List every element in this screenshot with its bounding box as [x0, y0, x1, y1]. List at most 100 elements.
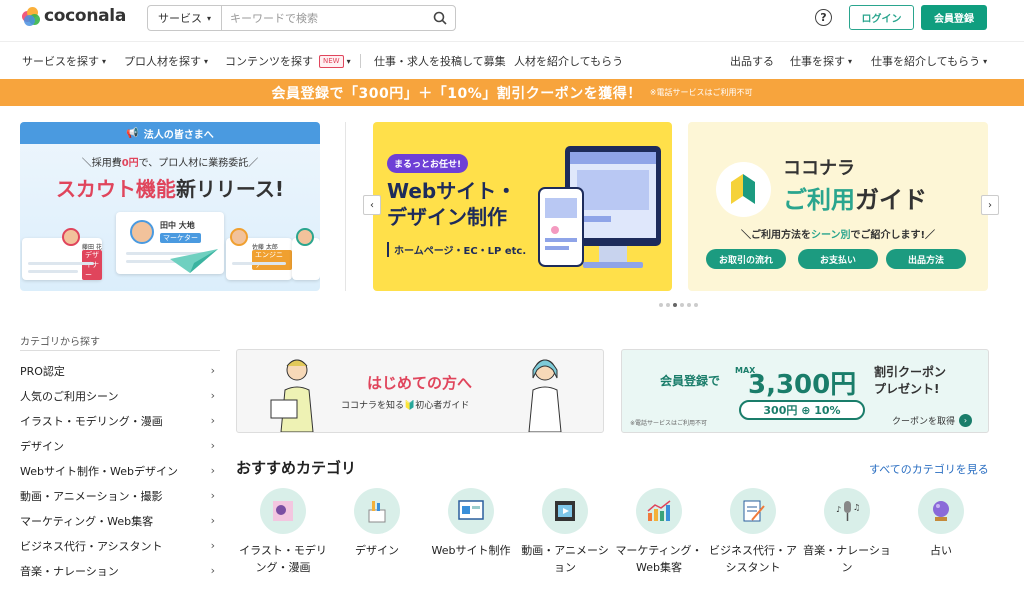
help-icon[interactable]: ?: [815, 9, 832, 26]
nav-sell[interactable]: 出品する: [730, 53, 774, 69]
coupon-main-text: 会員登録で: [660, 374, 721, 388]
nav-label: 仕事を探す: [790, 55, 845, 68]
banner-usage-guide[interactable]: ココナラ ご利用ガイド ＼ご利用方法をシーン別でご紹介します!／ お取引の流れ …: [688, 122, 988, 291]
beginner-guide-card[interactable]: はじめての方へ ココナラを知る🔰初心者ガイド: [236, 349, 604, 433]
banner-website-design[interactable]: まるっとお任せ! Webサイト・ デザイン制作 ホームページ・EC・LP etc…: [373, 122, 672, 291]
sidebar-item-popular[interactable]: 人気のご利用シーン ›: [20, 383, 215, 408]
category-label: 動画・アニメーション: [521, 544, 609, 574]
coupon-max-label: MAX: [735, 366, 756, 375]
carousel-dot[interactable]: [659, 303, 663, 307]
sidebar-item-pro[interactable]: PRO認定 ›: [20, 358, 215, 383]
arrow-right-circle-icon: ›: [959, 414, 973, 427]
nav-find-work[interactable]: 仕事を探す ▾: [790, 53, 852, 69]
coupon-note: ※電話サービスはご利用不可: [630, 420, 708, 427]
sidebar-heading: カテゴリから探す: [20, 337, 100, 348]
search-button[interactable]: [425, 6, 455, 30]
nav-work-referral[interactable]: 仕事を紹介してもらう ▾: [871, 53, 987, 69]
search-category-select[interactable]: サービス ▾: [148, 6, 222, 30]
carousel-prev-button[interactable]: ‹: [363, 195, 381, 215]
sidebar-item-design[interactable]: デザイン ›: [20, 433, 215, 458]
chevron-down-icon: ▾: [983, 56, 988, 66]
logo-mark-icon: [22, 7, 40, 26]
nav-find-pro[interactable]: プロ人材を探す ▾: [124, 53, 208, 69]
category-design[interactable]: デザイン: [332, 488, 422, 559]
guide-payment-button[interactable]: お支払い: [798, 249, 878, 269]
sidebar-item-video[interactable]: 動画・アニメーション・撮影 ›: [20, 483, 215, 508]
login-button[interactable]: ログイン: [849, 5, 914, 30]
carousel-dot[interactable]: [666, 303, 670, 307]
carousel-dot[interactable]: [680, 303, 684, 307]
category-label: 音楽・ナレーション: [803, 544, 891, 574]
sidebar-divider: [20, 350, 220, 351]
nav-divider: [360, 54, 361, 68]
search-bar: サービス ▾: [147, 5, 456, 31]
avatar: [130, 220, 154, 244]
computer-illustration-icon: [538, 146, 661, 268]
banner-title: スカウト機能新リリース!: [55, 177, 285, 201]
card-title: はじめての方へ: [367, 374, 473, 392]
nav-find-services[interactable]: サービスを探す ▾: [22, 53, 106, 69]
carousel-dot[interactable]: [687, 303, 691, 307]
chevron-right-icon: ›: [210, 514, 215, 527]
carousel-dot[interactable]: [694, 303, 698, 307]
avatar: [62, 228, 80, 246]
promo-main-text: 会員登録で「300円」＋「10%」割引クーポンを獲得！: [271, 85, 642, 102]
promo-banner[interactable]: 会員登録で「300円」＋「10%」割引クーポンを獲得！ ※電話サービスはご利用不…: [0, 79, 1024, 106]
sidebar-item-marketing[interactable]: マーケティング・Web集客 ›: [20, 508, 215, 533]
card-subtitle: ココナラを知る🔰初心者ガイド: [341, 401, 470, 411]
carousel-dot-active[interactable]: [673, 303, 677, 307]
sidebar-item-business[interactable]: ビジネス代行・アシスタント ›: [20, 533, 215, 558]
category-fortune[interactable]: 占い: [896, 488, 986, 559]
category-list: PRO認定 › 人気のご利用シーン › イラスト・モデリング・漫画 › デザイン › W…: [20, 358, 215, 583]
category-label: 占い: [930, 544, 952, 557]
carousel-next-button[interactable]: ›: [981, 195, 999, 215]
coupon-card[interactable]: 会員登録で MAX 3,300円 300円 ⊕ 10% 割引クーポン プレゼント…: [621, 349, 989, 433]
category-illustration[interactable]: イラスト・モデリング・漫画: [238, 488, 328, 576]
person-illustration-icon: [270, 359, 314, 432]
view-all-categories-link[interactable]: すべてのカテゴリを見る: [869, 461, 989, 477]
sidebar-item-illustration[interactable]: イラスト・モデリング・漫画 ›: [20, 408, 215, 433]
get-coupon-link[interactable]: クーポンを取得 ›: [892, 414, 973, 427]
carousel-divider: [345, 122, 346, 291]
avatar: [230, 228, 248, 246]
nav-referral[interactable]: 人材を紹介してもらう: [514, 53, 623, 69]
profile-card: [292, 228, 320, 280]
chevron-right-icon: ›: [210, 414, 215, 427]
nav-label: 仕事・求人を投稿して募集: [374, 55, 506, 68]
chevron-right-icon: ›: [210, 464, 215, 477]
new-badge: NEW: [319, 54, 344, 68]
banner-title: ココナラ: [783, 158, 855, 179]
business-icon: [730, 488, 776, 534]
marketing-icon: [636, 488, 682, 534]
category-label: Webサイト制作: [431, 544, 511, 557]
nav-label: プロ人材を探す: [124, 55, 201, 68]
category-website[interactable]: Webサイト制作: [426, 488, 516, 559]
chevron-right-icon: ›: [210, 489, 215, 502]
guide-selling-button[interactable]: 出品方法: [886, 249, 966, 269]
banner-subtitle: ホームページ・EC・LP etc.: [387, 242, 526, 257]
coconala-logo[interactable]: coconala: [22, 6, 126, 26]
beginner-mark-icon: [716, 162, 771, 217]
svg-text:♫: ♫: [853, 503, 860, 512]
category-video[interactable]: 動画・アニメーション: [520, 488, 610, 576]
nav-post-job[interactable]: 仕事・求人を投稿して募集: [374, 53, 506, 69]
sidebar-item-music[interactable]: 音楽・ナレーション ›: [20, 558, 215, 583]
site-header: coconala サービス ▾ ? ログイン 会員登録: [0, 0, 1024, 40]
svg-text:♪: ♪: [836, 505, 841, 514]
nav-label: 仕事を紹介してもらう: [871, 55, 981, 68]
banner-scout-feature[interactable]: 📢 法人の皆さまへ ＼採用費0円で、プロ人材に業務委託／ スカウト機能新リリース…: [20, 122, 320, 291]
guide-flow-button[interactable]: お取引の流れ: [706, 249, 786, 269]
category-business[interactable]: ビジネス代行・アシスタント: [708, 488, 798, 576]
nav-find-content[interactable]: コンテンツを探す NEW ▾: [225, 53, 351, 69]
banner-title: Webサイト・ デザイン制作: [387, 179, 517, 229]
category-marketing[interactable]: マーケティング・Web集客: [614, 488, 704, 576]
sidebar-item-website[interactable]: Webサイト制作・Webデザイン ›: [20, 458, 215, 483]
search-input[interactable]: [222, 6, 425, 30]
promo-note: ※電話サービスはご利用不可: [649, 88, 753, 97]
banner-subtitle: ＼採用費0円で、プロ人材に業務委託／: [81, 158, 259, 169]
register-button[interactable]: 会員登録: [921, 5, 987, 30]
chevron-down-icon: ▾: [206, 13, 211, 23]
banner-header-text: 法人の皆さまへ: [143, 129, 214, 141]
profile-card: 藤田 花子 デザイナー: [22, 228, 102, 280]
category-music[interactable]: ♪ ♫ 音楽・ナレーション: [802, 488, 892, 576]
